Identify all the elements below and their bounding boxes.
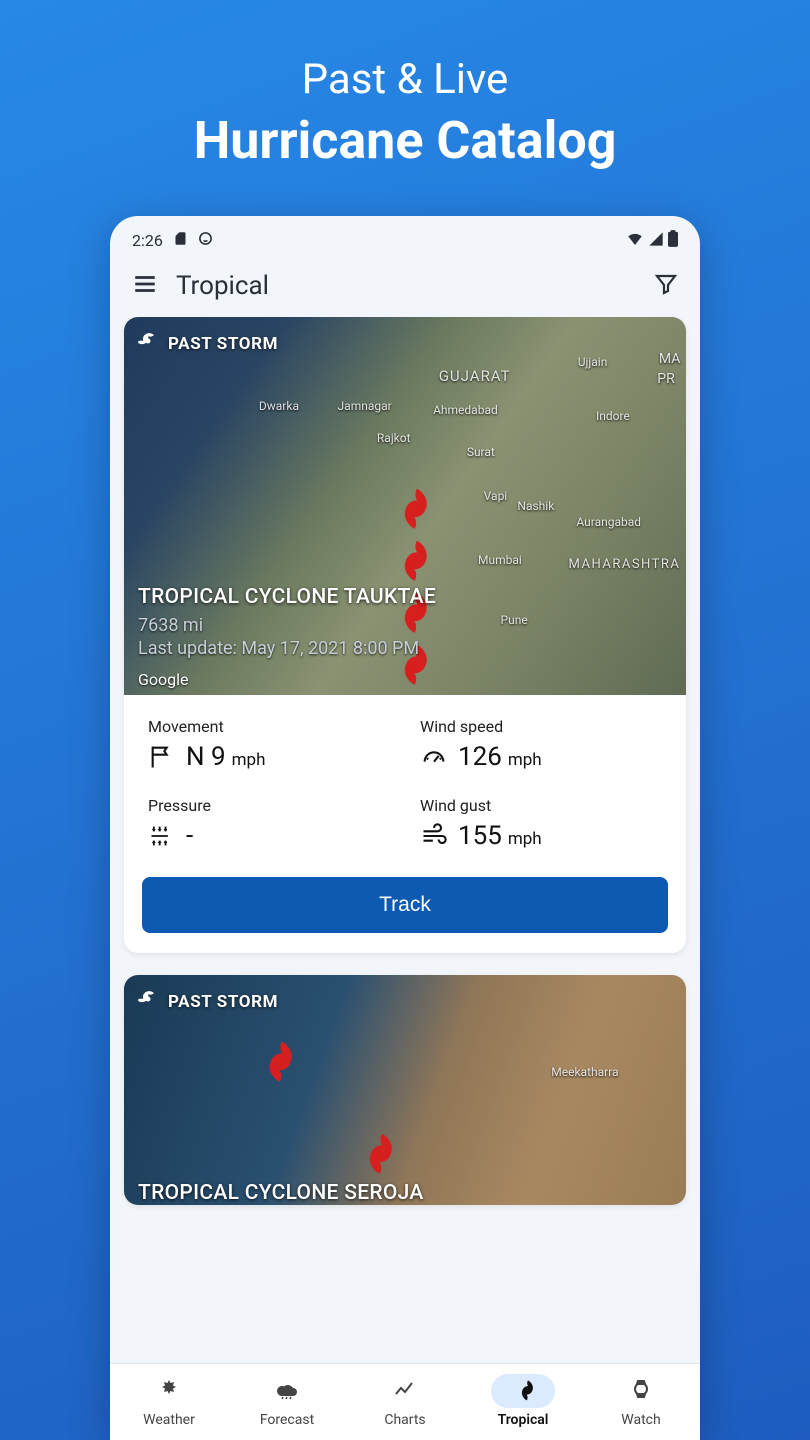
nav-label: Charts — [384, 1412, 425, 1428]
storm-last-update: Last update: May 17, 2021 8:00 PM — [138, 638, 672, 659]
storm-map[interactable]: GUJARAT Ahmedabad Dwarka Jamnagar Rajkot… — [124, 317, 686, 695]
nav-watch[interactable]: Watch — [582, 1364, 700, 1440]
nav-label: Forecast — [260, 1412, 314, 1428]
stat-value: - — [186, 821, 193, 851]
promo-header: Past & Live Hurricane Catalog — [194, 0, 617, 171]
app-header: Tropical — [110, 261, 700, 317]
storm-badge: PAST STORM — [168, 992, 278, 1012]
cyclone-marker-icon — [248, 1035, 296, 1083]
battery-icon — [668, 230, 678, 251]
stat-value: 126 — [458, 742, 502, 772]
stat-unit: mph — [508, 750, 542, 770]
cyclone-track — [248, 1035, 396, 1175]
geo-label: Aurangabad — [576, 515, 641, 529]
stat-value: N 9 — [186, 742, 226, 772]
nav-forecast[interactable]: Forecast — [228, 1364, 346, 1440]
filter-icon[interactable] — [654, 272, 678, 300]
storm-badge: PAST STORM — [168, 334, 278, 354]
wind-icon — [420, 822, 448, 850]
storm-distance: 7638 mi — [138, 615, 672, 636]
status-bar: 2:26 — [110, 216, 700, 261]
menu-icon[interactable] — [132, 271, 158, 301]
map-attribution: Google — [138, 670, 189, 689]
geo-label: MA — [659, 351, 680, 367]
sun-icon — [157, 1377, 181, 1405]
nav-charts[interactable]: Charts — [346, 1364, 464, 1440]
cyclone-marker-icon — [383, 534, 431, 582]
sd-card-icon — [173, 231, 188, 250]
gauge-icon — [420, 743, 448, 771]
geo-label: Nashik — [517, 499, 554, 513]
geo-label: Mumbai — [478, 553, 522, 567]
nav-label: Tropical — [498, 1412, 549, 1428]
bottom-nav: Weather Forecast Charts Tropical Watch — [110, 1363, 700, 1440]
pressure-icon — [148, 822, 176, 850]
storm-info-overlay: TROPICAL CYCLONE TAUKTAE 7638 mi Last up… — [138, 577, 672, 667]
face-icon — [198, 231, 213, 250]
chart-line-icon — [393, 1377, 417, 1405]
cloud-rain-icon — [275, 1377, 299, 1405]
storm-card[interactable]: GUJARAT Ahmedabad Dwarka Jamnagar Rajkot… — [124, 317, 686, 953]
cyclone-icon — [138, 989, 158, 1014]
watch-icon — [629, 1377, 653, 1405]
scroll-area[interactable]: GUJARAT Ahmedabad Dwarka Jamnagar Rajkot… — [110, 317, 700, 1363]
page-title: Tropical — [176, 271, 269, 301]
stat-value: 155 — [458, 821, 502, 851]
geo-label: Dwarka — [259, 399, 299, 413]
flag-icon — [148, 743, 176, 771]
geo-label: GUJARAT — [439, 367, 511, 385]
cell-signal-icon — [648, 231, 664, 251]
nav-tropical[interactable]: Tropical — [464, 1364, 582, 1440]
phone-frame: 2:26 Tropical GUJARAT Ahmedabad Dwarka J… — [110, 216, 700, 1440]
stat-unit: mph — [232, 750, 266, 770]
wifi-icon — [626, 231, 644, 251]
storm-name: TROPICAL CYCLONE TAUKTAE — [138, 585, 672, 609]
status-time: 2:26 — [132, 231, 163, 250]
stat-label: Wind speed — [420, 717, 662, 736]
geo-label: Surat — [467, 445, 495, 459]
geo-label: Jamnagar — [338, 399, 392, 413]
nav-label: Weather — [143, 1412, 195, 1428]
stat-wind-gust: Wind gust 155 mph — [420, 796, 662, 851]
storm-map[interactable]: Meekatharra PAST STORM TROPICAL CYCLONE … — [124, 975, 686, 1205]
stat-pressure: Pressure - — [148, 796, 390, 851]
nav-label: Watch — [621, 1412, 660, 1428]
geo-label: Indore — [596, 409, 630, 423]
geo-label: Rajkot — [377, 431, 411, 445]
promo-line1: Past & Live — [194, 55, 617, 104]
hurricane-icon — [511, 1377, 535, 1405]
stat-label: Wind gust — [420, 796, 662, 815]
geo-label: Ahmedabad — [433, 403, 498, 417]
geo-label: Meekatharra — [551, 1065, 618, 1079]
stat-wind-speed: Wind speed 126 mph — [420, 717, 662, 772]
geo-label: Vapi — [484, 489, 508, 503]
storm-card[interactable]: Meekatharra PAST STORM TROPICAL CYCLONE … — [124, 975, 686, 1205]
storm-stats: Movement N 9 mph Wind speed 126 mph — [124, 695, 686, 867]
nav-weather[interactable]: Weather — [110, 1364, 228, 1440]
cyclone-marker-icon — [383, 482, 431, 530]
storm-name: TROPICAL CYCLONE SEROJA — [138, 1181, 672, 1205]
track-button[interactable]: Track — [142, 877, 668, 933]
stat-label: Movement — [148, 717, 390, 736]
cyclone-marker-icon — [348, 1127, 396, 1175]
storm-info-overlay: TROPICAL CYCLONE SEROJA — [138, 1173, 672, 1205]
stat-unit: mph — [508, 829, 542, 849]
cyclone-icon — [138, 331, 158, 356]
geo-label: MAHARASHTRA — [569, 557, 681, 572]
promo-line2: Hurricane Catalog — [194, 110, 617, 171]
stat-movement: Movement N 9 mph — [148, 717, 390, 772]
geo-label: PR — [657, 371, 674, 387]
geo-label: Ujjain — [578, 355, 608, 369]
stat-label: Pressure — [148, 796, 390, 815]
